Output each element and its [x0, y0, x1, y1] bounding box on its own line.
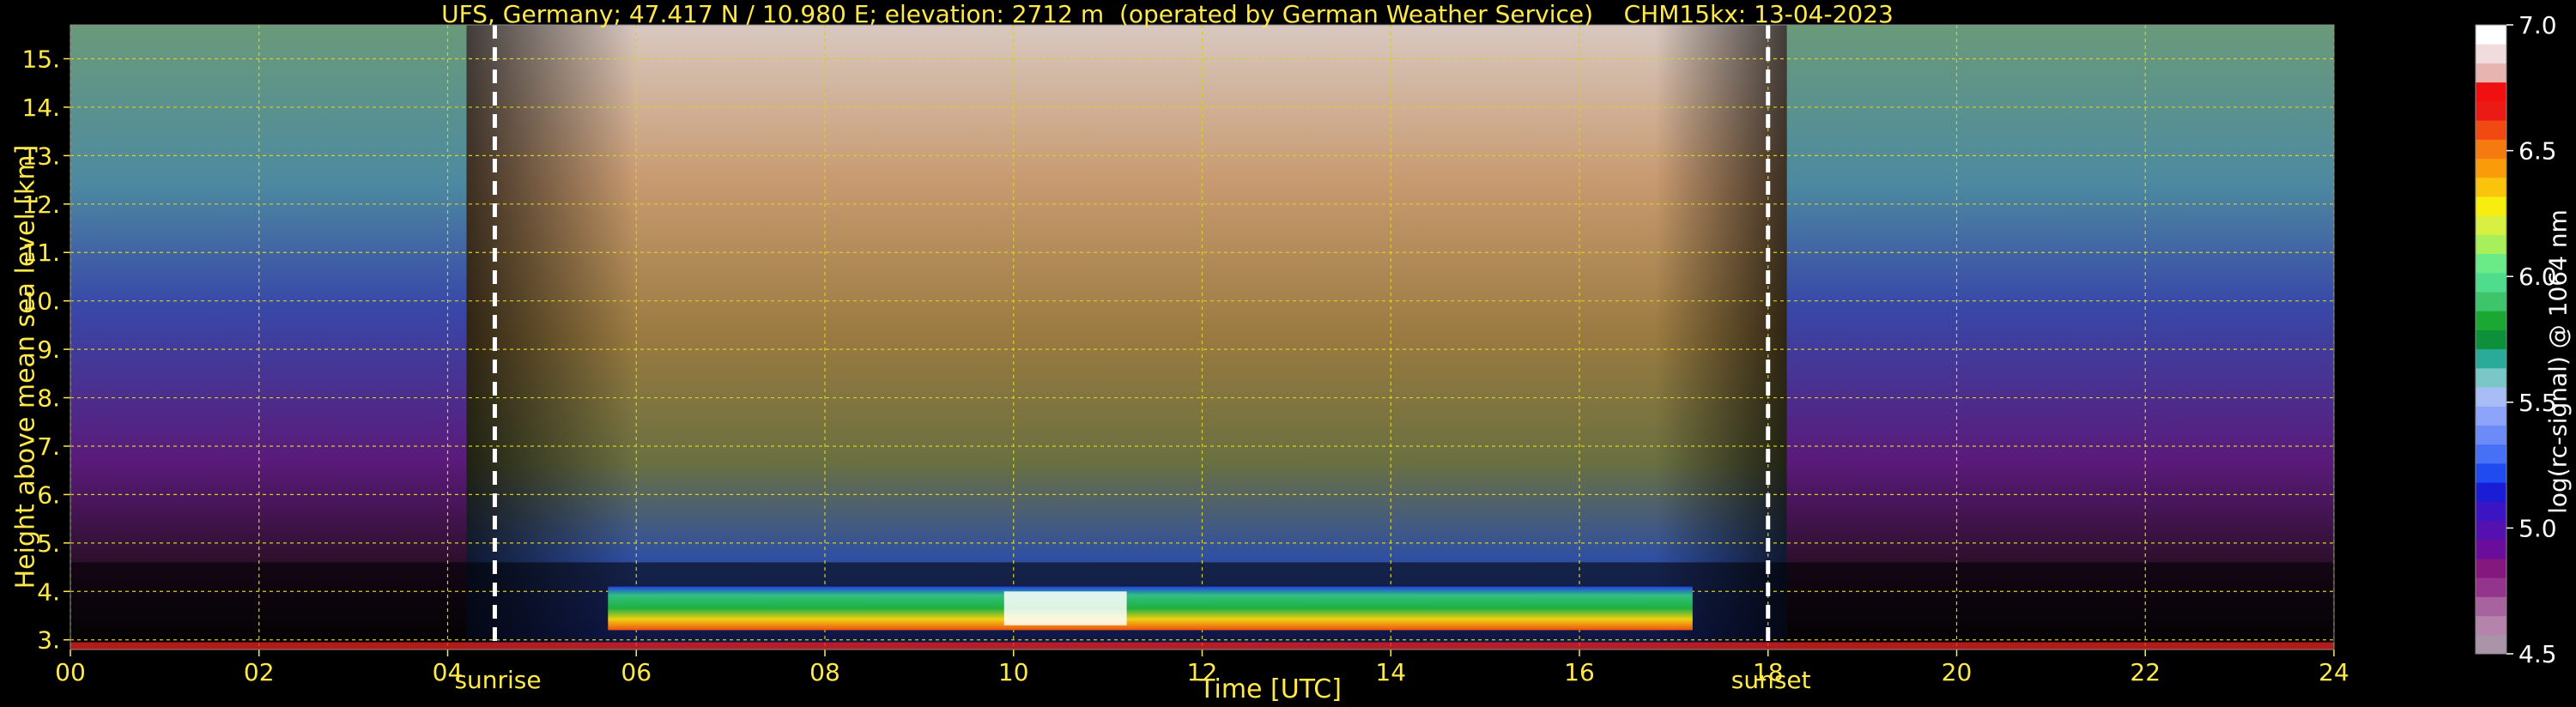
cloud-core: [1003, 591, 1127, 625]
colorbar-label: log(rc-signal) @ 1064 nm: [2543, 209, 2573, 514]
colorbar-segment: [2476, 139, 2506, 159]
colorbar-segment: [2476, 387, 2506, 407]
x-tick-label: 00: [55, 658, 86, 686]
colorbar-segment: [2476, 44, 2506, 63]
colorbar-segment: [2476, 520, 2506, 541]
cloud-band: [608, 586, 1693, 631]
colorbar-segment: [2476, 425, 2506, 445]
colorbar-segment: [2476, 25, 2506, 45]
y-axis-label: Height above mean sea level [km]: [10, 144, 41, 589]
colorbar-segment: [2476, 501, 2506, 522]
colorbar-segment: [2476, 272, 2506, 293]
x-tick-label: 20: [1942, 658, 1973, 686]
x-tick-label: 02: [244, 658, 275, 686]
colorbar-segment: [2476, 291, 2506, 311]
colorbar-segment: [2476, 196, 2506, 216]
colorbar-segment: [2476, 539, 2506, 559]
colorbar-segment: [2476, 215, 2506, 235]
x-axis-label: Time [UTC]: [1199, 674, 1342, 704]
colorbar-segment: [2476, 253, 2506, 274]
colorbar-tick-label: 7.0: [2518, 11, 2557, 39]
colorbar-segment: [2476, 577, 2506, 597]
colorbar-segment: [2476, 63, 2506, 83]
x-tick-label: 16: [1564, 658, 1595, 686]
sunrise-label: sunrise: [454, 666, 542, 694]
colorbar-segment: [2476, 615, 2506, 636]
colorbar-tick-label: 4.5: [2518, 640, 2557, 668]
colorbar-segment: [2476, 120, 2506, 140]
colorbar-segment: [2476, 329, 2506, 350]
colorbar-segment: [2476, 482, 2506, 502]
colorbar-segment: [2476, 234, 2506, 255]
ground-signal: [70, 642, 2334, 650]
ceilometer-chart: 00 02 04 06 08 10 12 14 16 18 20 22 24 3.4.5.6.7.8.9…: [21, 11, 2557, 686]
colorbar-segment: [2476, 348, 2506, 369]
colorbar-segment: [2476, 462, 2506, 483]
colorbar-segment: [2476, 311, 2506, 330]
x-tick-label: 06: [621, 658, 652, 686]
colorbar-segment: [2476, 444, 2506, 464]
x-tick-label: 08: [809, 658, 840, 686]
y-tick-label: 15.: [21, 45, 60, 74]
colorbar-segment: [2476, 596, 2506, 617]
colorbar-segment: [2476, 177, 2506, 197]
colorbar-segment: [2476, 100, 2506, 121]
day-background: [466, 25, 1787, 650]
colorbar-segment: [2476, 82, 2506, 102]
colorbar-segment: [2476, 634, 2506, 655]
chart-title: UFS, Germany; 47.417 N / 10.980 E; eleva…: [441, 0, 1894, 28]
colorbar-segment: [2476, 406, 2506, 426]
colorbar-segment: [2476, 558, 2506, 578]
x-tick-label: 22: [2130, 658, 2161, 686]
colorbar-segment: [2476, 367, 2506, 388]
sunset-label: sunset: [1730, 666, 1811, 694]
colorbar-segment: [2476, 158, 2506, 178]
dawn-fade: [466, 25, 637, 650]
x-tick-label: 24: [2318, 658, 2349, 686]
